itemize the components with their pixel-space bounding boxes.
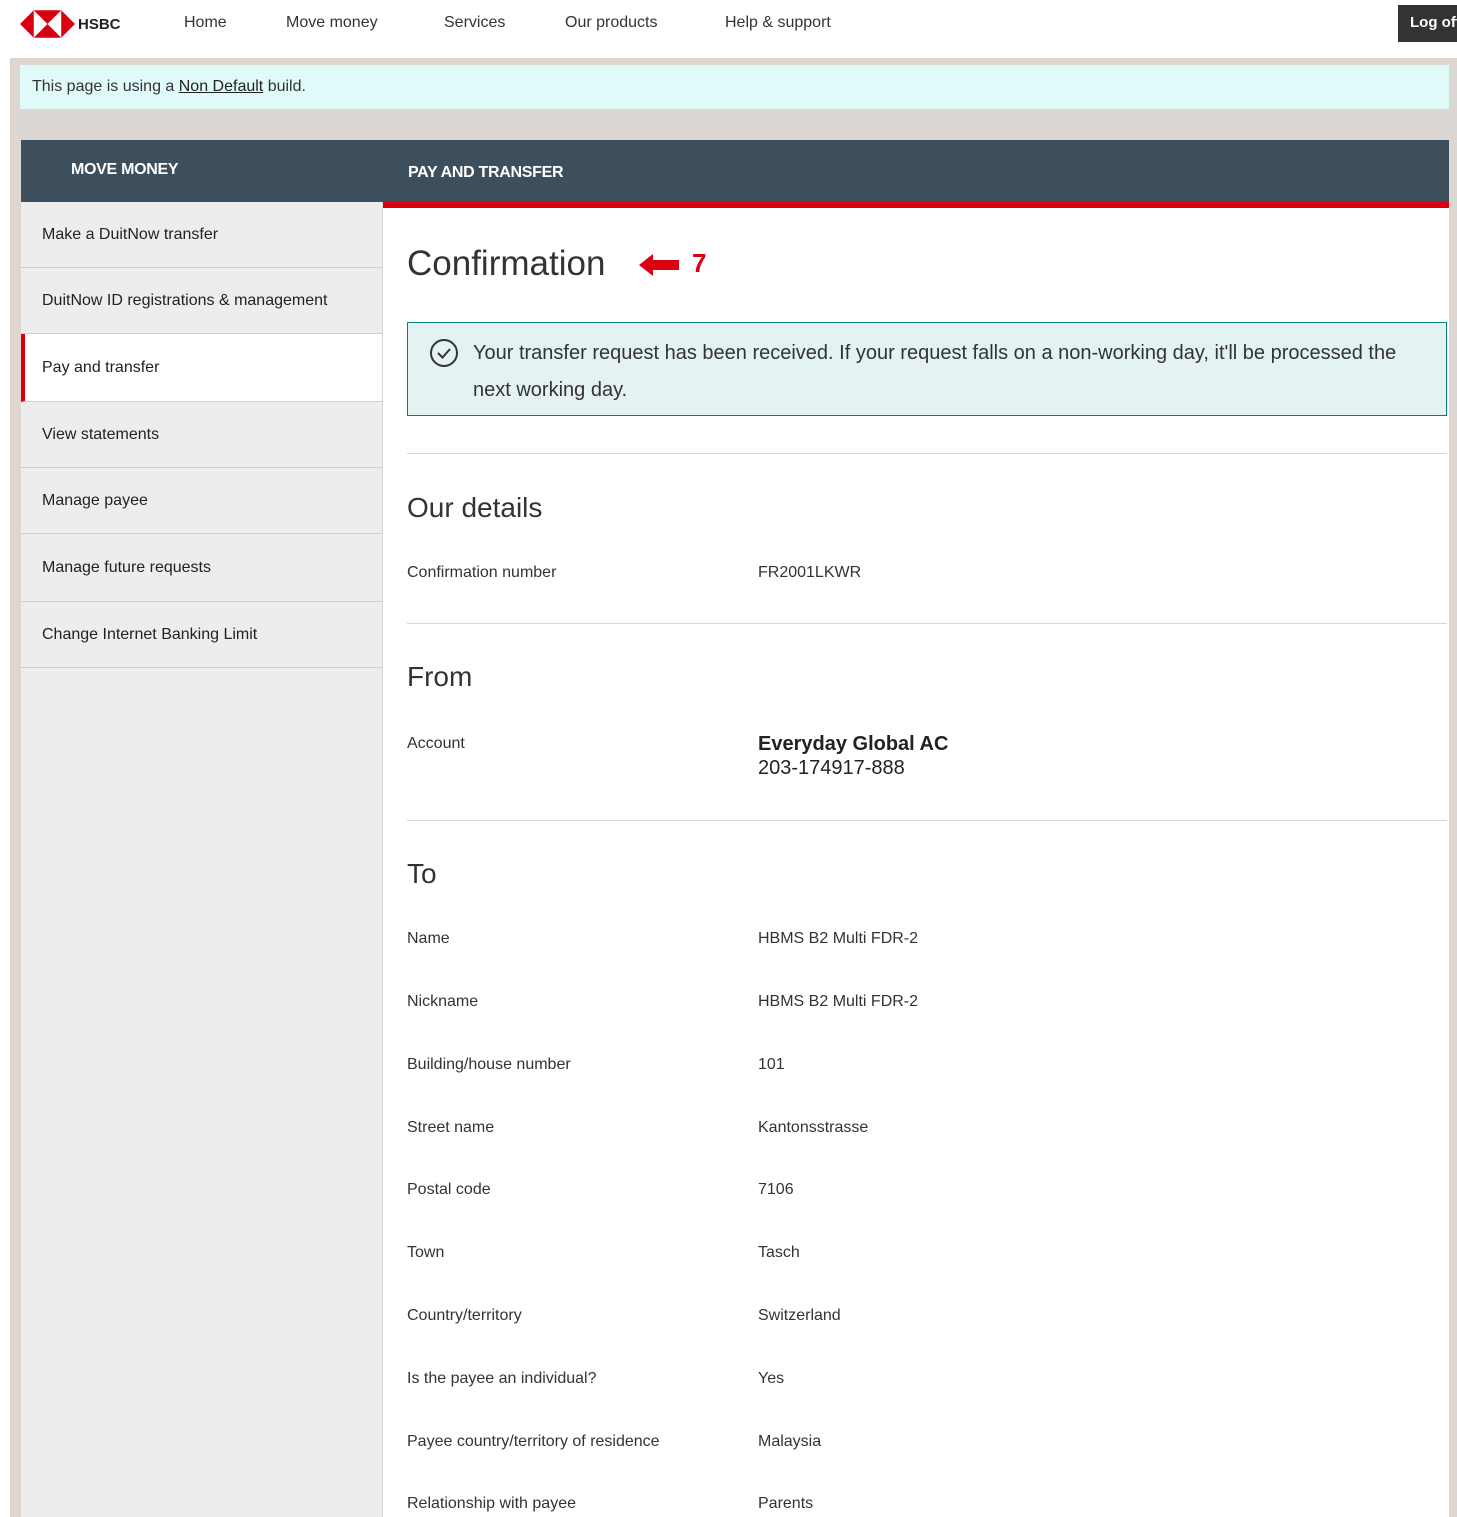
banner-prefix: This page is using a <box>32 78 179 95</box>
sidebar-item-label: Make a DuitNow transfer <box>42 225 219 243</box>
content-title: PAY AND TRANSFER <box>408 164 564 181</box>
postal-code-value: 7106 <box>758 1181 794 1198</box>
main-content: Confirmation 7 Your transfer request has… <box>383 208 1449 1517</box>
hsbc-hexagon-icon <box>20 10 75 38</box>
sidebar-item-label: Manage future requests <box>42 558 211 576</box>
confirmation-number-value: FR2001LKWR <box>758 564 862 581</box>
street-name-value: Kantonsstrasse <box>758 1119 869 1136</box>
sidebar: Make a DuitNow transfer DuitNow ID regis… <box>21 202 382 1517</box>
sidebar-item-pay-and-transfer[interactable]: Pay and transfer <box>21 334 382 402</box>
divider <box>407 453 1447 454</box>
divider <box>407 623 1447 624</box>
account-label: Account <box>407 735 465 752</box>
banner-suffix: build. <box>263 78 306 95</box>
brand-name: HSBC <box>78 15 121 33</box>
is-individual-value: Yes <box>758 1370 785 1387</box>
divider <box>407 820 1447 821</box>
account-value: Everyday Global AC 203-174917-888 <box>758 732 948 780</box>
postal-code-label: Postal code <box>407 1181 491 1198</box>
sidebar-item-label: DuitNow ID registrations & management <box>42 291 328 309</box>
sidebar-item-label: View statements <box>42 425 160 443</box>
page-title: Confirmation <box>407 244 606 283</box>
account-name: Everyday Global AC <box>758 733 949 755</box>
relationship-label: Relationship with payee <box>407 1495 576 1512</box>
sidebar-item-manage-future-requests[interactable]: Manage future requests <box>21 534 382 602</box>
sidebar-item-view-statements[interactable]: View statements <box>21 402 382 468</box>
country-label: Country/territory <box>407 1307 522 1324</box>
payee-name-label: Name <box>407 930 450 947</box>
sidebar-item-change-limit[interactable]: Change Internet Banking Limit <box>21 602 382 668</box>
nickname-label: Nickname <box>407 993 479 1010</box>
country-value: Switzerland <box>758 1307 841 1324</box>
nav-our-products[interactable]: Our products <box>565 14 657 32</box>
sidebar-item-duitnow-id[interactable]: DuitNow ID registrations & management <box>21 268 382 334</box>
street-name-label: Street name <box>407 1119 495 1136</box>
building-number-label: Building/house number <box>407 1056 571 1073</box>
sidebar-item-duitnow-transfer[interactable]: Make a DuitNow transfer <box>21 202 382 268</box>
annotation-arrow-icon <box>639 254 679 276</box>
nav-help-support[interactable]: Help & support <box>725 14 831 32</box>
success-message: Your transfer request has been received.… <box>473 342 1397 401</box>
residence-country-label: Payee country/territory of residence <box>407 1433 660 1450</box>
nav-move-money[interactable]: Move money <box>286 14 378 32</box>
building-number-value: 101 <box>758 1056 785 1073</box>
build-banner: This page is using a Non Default build. <box>20 65 1449 109</box>
payee-name-value: HBMS B2 Multi FDR-2 <box>758 930 919 947</box>
sidebar-item-label: Pay and transfer <box>42 358 160 376</box>
sidebar-item-label: Change Internet Banking Limit <box>42 625 258 643</box>
town-label: Town <box>407 1244 445 1261</box>
success-message-box: Your transfer request has been received.… <box>407 322 1447 416</box>
relationship-value: Parents <box>758 1495 814 1512</box>
top-navigation: HSBC Home Move money Services Our produc… <box>0 0 1457 58</box>
section-header: MOVE MONEY PAY AND TRANSFER <box>21 140 1449 202</box>
confirmation-number-label: Confirmation number <box>407 564 557 581</box>
nav-home[interactable]: Home <box>184 14 227 32</box>
log-off-button[interactable]: Log off <box>1398 5 1457 42</box>
sidebar-title: MOVE MONEY <box>71 161 179 178</box>
account-number: 203-174917-888 <box>758 757 905 779</box>
non-default-link[interactable]: Non Default <box>179 78 264 95</box>
nav-services[interactable]: Services <box>444 14 505 32</box>
to-title: To <box>407 858 437 889</box>
annotation-number: 7 <box>692 248 707 278</box>
nickname-value: HBMS B2 Multi FDR-2 <box>758 993 919 1010</box>
from-title: From <box>407 661 473 692</box>
check-circle-icon <box>430 339 458 367</box>
sidebar-item-label: Manage payee <box>42 491 148 509</box>
town-value: Tasch <box>758 1244 800 1261</box>
sidebar-item-manage-payee[interactable]: Manage payee <box>21 468 382 534</box>
hsbc-logo[interactable]: HSBC <box>20 10 121 38</box>
residence-country-value: Malaysia <box>758 1433 822 1450</box>
our-details-title: Our details <box>407 492 543 523</box>
is-individual-label: Is the payee an individual? <box>407 1370 597 1387</box>
